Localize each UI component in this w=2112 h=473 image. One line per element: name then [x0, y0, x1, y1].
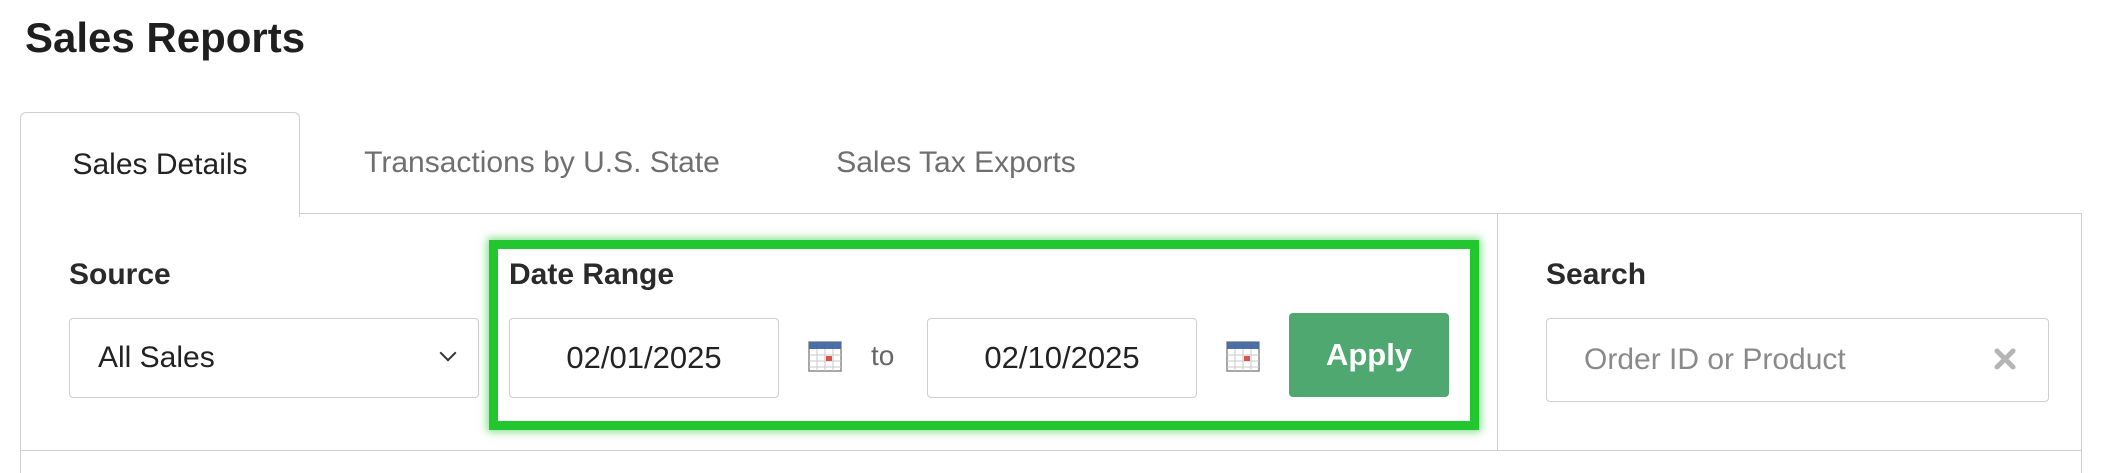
end-date-input[interactable]: 02/10/2025 [927, 318, 1197, 398]
page-title: Sales Reports [25, 14, 306, 61]
panel-divider [1497, 213, 1498, 450]
start-date-value: 02/01/2025 [566, 340, 722, 375]
source-select[interactable]: All Sales [69, 318, 479, 398]
start-date-input[interactable]: 02/01/2025 [509, 318, 779, 398]
tab-label: Sales Details [72, 148, 248, 181]
end-date-value: 02/10/2025 [984, 340, 1140, 375]
apply-button[interactable]: Apply [1289, 313, 1449, 397]
panel-divider [20, 450, 2082, 451]
chevron-down-icon [439, 344, 457, 362]
source-label: Source [69, 258, 171, 291]
calendar-icon[interactable] [808, 340, 842, 372]
calendar-icon[interactable] [1226, 340, 1260, 372]
tab-sales-details[interactable]: Sales Details [20, 112, 300, 217]
tab-label: Transactions by U.S. State [364, 146, 720, 179]
source-select-value: All Sales [98, 341, 215, 374]
tab-sales-tax-exports[interactable]: Sales Tax Exports [800, 112, 1112, 214]
date-range-separator: to [871, 340, 895, 371]
search-input[interactable] [1547, 319, 1967, 401]
tab-label: Sales Tax Exports [836, 146, 1076, 179]
search-field [1546, 318, 2049, 402]
date-range-label: Date Range [509, 258, 675, 291]
search-label: Search [1546, 258, 1647, 291]
close-icon[interactable] [1992, 346, 2018, 372]
tab-transactions-by-state[interactable]: Transactions by U.S. State [342, 112, 742, 214]
